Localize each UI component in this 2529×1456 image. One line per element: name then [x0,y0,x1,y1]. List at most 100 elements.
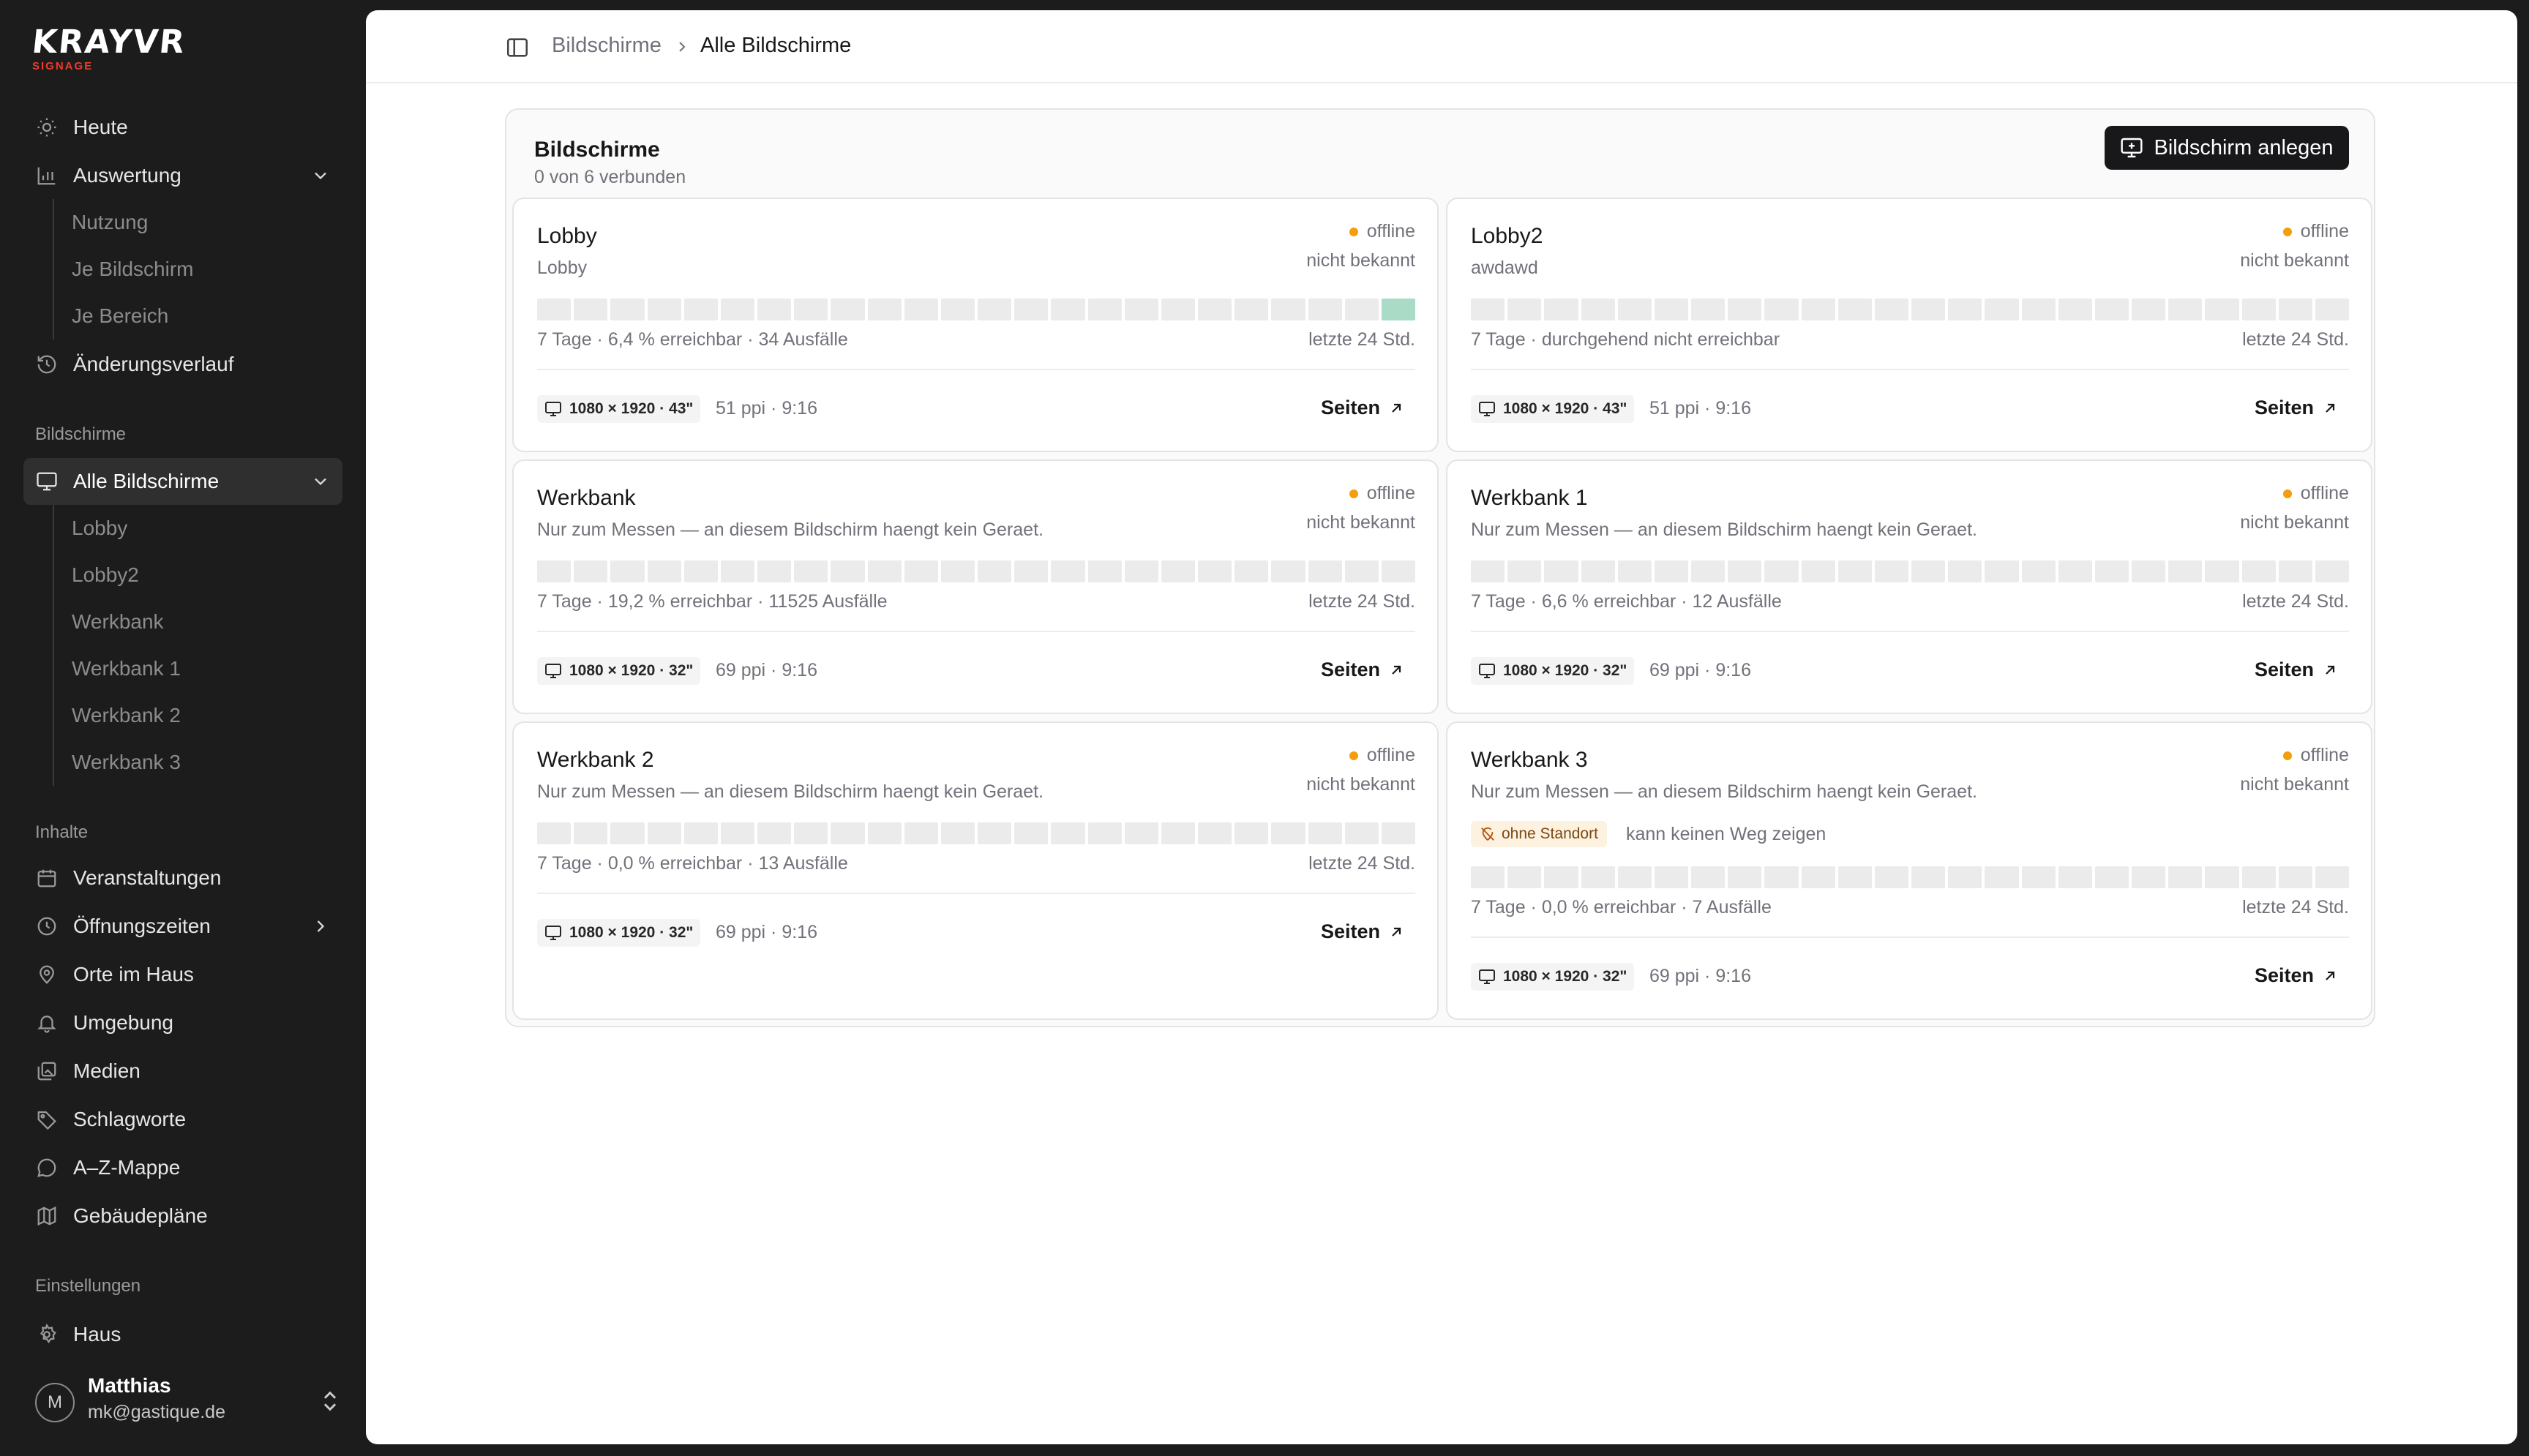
uptime-slot [2132,299,2166,320]
uptime-slot [2058,866,2092,888]
history-icon [35,353,59,376]
uptime-period: letzte 24 Std. [1308,591,1415,612]
sidebar-item-nutzung[interactable]: Nutzung [54,199,332,246]
pages-label: Seiten [2254,397,2314,419]
screen-card[interactable]: Lobby Lobby offline nicht bekannt 7 Tage… [512,198,1439,452]
breadcrumb-parent[interactable]: Bildschirme [552,34,662,58]
uptime-slot [1801,299,1835,320]
uptime-slot [1271,822,1305,844]
spec-extra: 69 ppi · 9:16 [716,922,817,942]
uptime-slot [1234,822,1269,844]
uptime-stats: 7 Tage · durchgehend nicht erreichbar [1471,329,1780,350]
nav-label: Haus [73,1323,121,1346]
sidebar-item-je-bereich[interactable]: Je Bereich [54,293,332,339]
sidebar-item-werkbank-1[interactable]: Werkbank 1 [54,645,332,692]
divider [1471,631,2349,632]
nav-umgebung[interactable]: Umgebung [23,999,342,1046]
nav-label: Schlagworte [73,1108,187,1130]
nav-heute[interactable]: Heute [23,104,342,151]
screen-description: Nur zum Messen — an diesem Bildschirm ha… [537,781,1044,802]
uptime-slot [1124,560,1158,582]
uptime-slot [1728,299,1762,320]
create-screen-button[interactable]: Bildschirm anlegen [2105,126,2349,170]
nav-haus[interactable]: Haus [23,1311,342,1358]
spec-extra: 69 ppi · 9:16 [716,660,817,680]
uptime-slot [867,560,902,582]
uptime-bar [537,299,1416,320]
spec-badge: 1080 × 1920 · 32" [537,919,701,947]
screen-card[interactable]: Werkbank 1 Nur zum Messen — an diesem Bi… [1446,459,2372,714]
spec-text: 1080 × 1920 · 43" [569,400,694,417]
sidebar-toggle-icon[interactable] [505,35,530,60]
sidebar-item-werkbank-2[interactable]: Werkbank 2 [54,692,332,739]
uptime-slot [1617,560,1652,582]
screen-card[interactable]: Lobby2 awdawd offline nicht bekannt 7 Ta… [1446,198,2372,452]
screen-card[interactable]: Werkbank Nur zum Messen — an diesem Bild… [512,459,1439,714]
brand-logo[interactable]: KRAYVR SIGNAGE [30,23,187,73]
pages-link[interactable]: Seiten [2255,964,2339,987]
uptime-slot [683,822,718,844]
nav-orte-im-haus[interactable]: Orte im Haus [23,951,342,998]
uptime-slot [1874,866,1909,888]
status-dot [1349,227,1358,236]
pages-link[interactable]: Seiten [2255,658,2339,681]
spec-text: 1080 × 1920 · 32" [1503,968,1627,985]
uptime-slot [2205,560,2239,582]
nav-aenderungsverlauf[interactable]: Änderungsverlauf [23,341,342,388]
nav-alle-bildschirme[interactable]: Alle Bildschirme [23,458,342,505]
nav-medien[interactable]: Medien [23,1048,342,1095]
auswertung-submenu: Nutzung Je Bildschirm Je Bereich [53,199,332,339]
pages-link[interactable]: Seiten [1321,920,1405,943]
section-label-bildschirme: Bildschirme [35,424,127,444]
pages-link[interactable]: Seiten [1321,397,1405,419]
chevron-down-icon[interactable] [310,471,331,492]
user-menu[interactable]: M Matthias mk@gastique.de [35,1374,342,1433]
uptime-slot [1161,822,1196,844]
uptime-slot [1581,560,1615,582]
uptime-slot [2278,560,2312,582]
nav-label: Orte im Haus [73,963,194,986]
sun-icon [35,116,59,139]
nav-veranstaltungen[interactable]: Veranstaltungen [23,855,342,901]
breadcrumb-current: Alle Bildschirme [700,34,852,57]
uptime-slot [2278,299,2312,320]
nav-label: Umgebung [73,1011,173,1034]
nav-a-z-mappe[interactable]: A–Z-Mappe [23,1144,342,1191]
nav-auswertung[interactable]: Auswertung [23,152,342,199]
nav-label: Medien [73,1059,140,1082]
pages-link[interactable]: Seiten [1321,658,1405,681]
section-label-inhalte: Inhalte [35,822,89,842]
monitor-icon [544,662,562,680]
chevron-right-icon[interactable] [310,916,331,937]
uptime-slot [647,822,681,844]
screen-card[interactable]: Werkbank 3 Nur zum Messen — an diesem Bi… [1446,721,2372,1020]
pages-link[interactable]: Seiten [2255,397,2339,419]
spec-extra: 51 ppi · 9:16 [716,398,817,419]
chevron-down-icon[interactable] [310,165,331,186]
uptime-slot [978,560,1012,582]
sidebar-item-werkbank-3[interactable]: Werkbank 3 [54,739,332,786]
uptime-slot [1014,560,1049,582]
nav-oeffnungszeiten[interactable]: Öffnungszeiten [23,903,342,950]
screen-name: Werkbank 3 [1471,748,1588,772]
status-dot [2282,489,2292,498]
uptime-slot [904,822,938,844]
chevrons-up-down-icon[interactable] [318,1389,342,1414]
uptime-slot [1198,822,1232,844]
sidebar-item-je-bildschirm[interactable]: Je Bildschirm [54,246,332,293]
screen-card[interactable]: Werkbank 2 Nur zum Messen — an diesem Bi… [512,721,1439,1020]
screen-description: Lobby [537,258,588,278]
uptime-period: letzte 24 Std. [1308,329,1415,350]
uptime-slot [610,299,645,320]
sidebar-item-werkbank[interactable]: Werkbank [54,598,332,645]
sidebar-item-lobby2[interactable]: Lobby2 [54,552,332,598]
uptime-period: letzte 24 Std. [2242,897,2349,917]
uptime-slot [867,822,902,844]
uptime-slot [1308,560,1342,582]
uptime-slot [2205,299,2239,320]
nav-gebaeudeplaene[interactable]: Gebäudepläne [23,1193,342,1239]
uptime-slot [2058,560,2092,582]
nav-schlagworte[interactable]: Schlagworte [23,1096,342,1143]
uptime-slot [1874,560,1909,582]
sidebar-item-lobby[interactable]: Lobby [54,505,332,552]
